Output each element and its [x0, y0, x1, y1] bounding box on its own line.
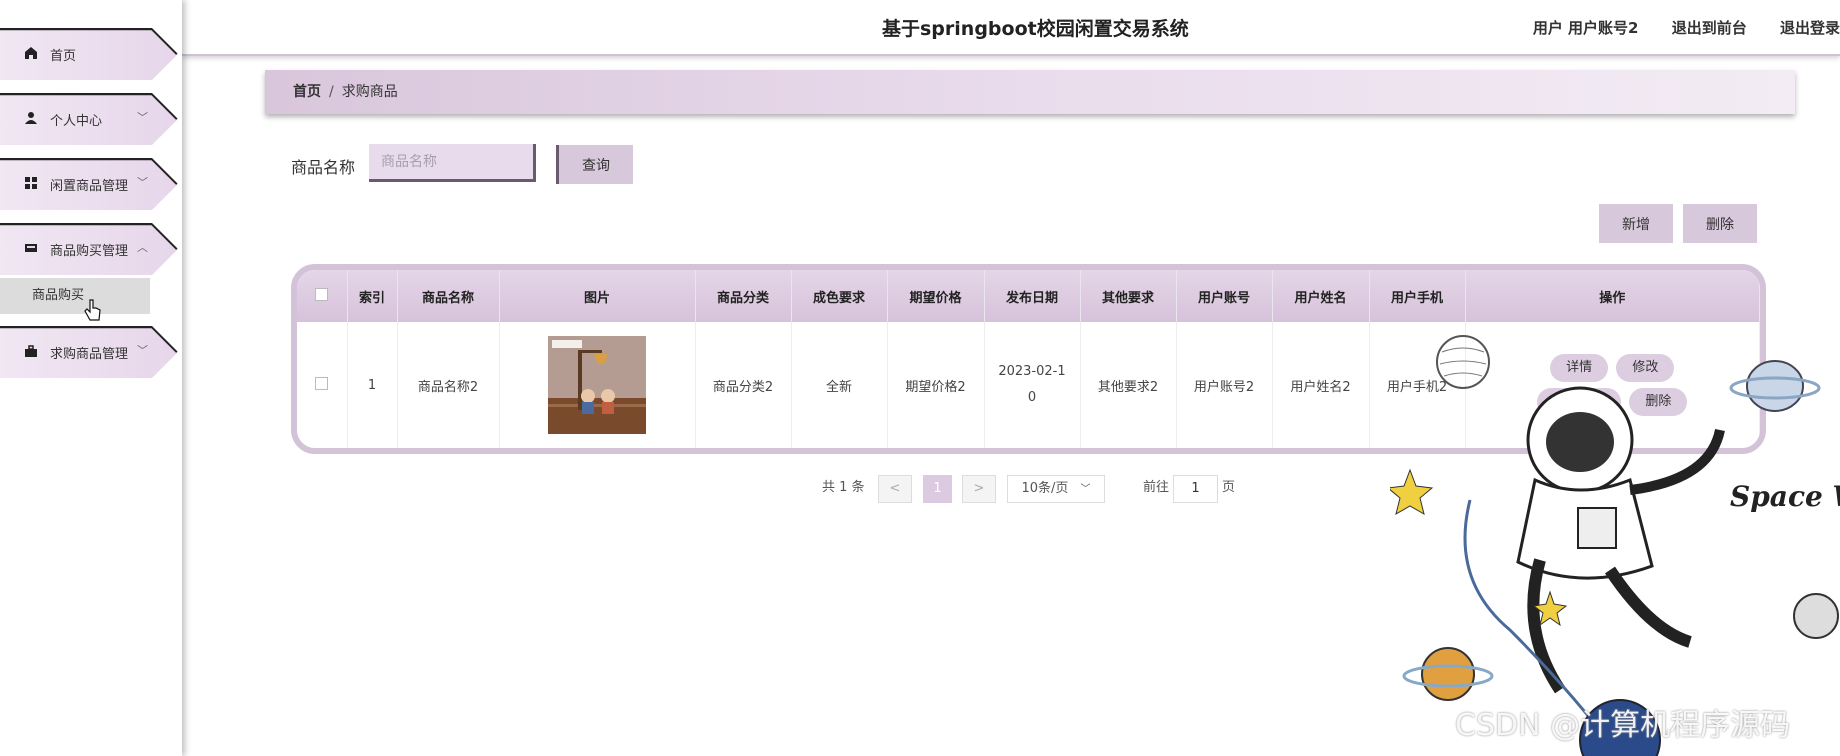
column-header: 图片 — [499, 270, 696, 322]
sidebar-item-label: 个人中心 — [50, 113, 103, 129]
cell-operations: 详情 修改 查看评论 删除 — [1465, 322, 1760, 448]
sidebar-item-label: 求购商品管理 — [50, 346, 129, 362]
table-header-row: 索引 商品名称 图片 商品分类 成色要求 期望价格 发布日期 其他要求 用户账号… — [297, 270, 1760, 322]
user-icon — [24, 111, 40, 127]
chevron-down-icon: ﹀ — [137, 111, 148, 124]
column-header: 用户手机 — [1369, 270, 1466, 322]
cell-price: 期望价格2 — [887, 322, 985, 448]
grid-icon — [24, 176, 40, 192]
data-table: 索引 商品名称 图片 商品分类 成色要求 期望价格 发布日期 其他要求 用户账号… — [291, 264, 1766, 454]
sidebar-subitem-purchase[interactable]: 商品购买 — [0, 278, 150, 314]
top-header: 基于springboot校园闲置交易系统 用户 用户账号2 退出到前台 退出登录 — [182, 0, 1840, 56]
sidebar-item-idle-goods[interactable]: 闲置商品管理 ﹀ — [0, 158, 178, 210]
column-header: 发布日期 — [984, 270, 1081, 322]
cell-image — [499, 322, 696, 448]
sidebar-item-personal[interactable]: 个人中心 ﹀ — [0, 93, 178, 145]
column-header: 用户姓名 — [1272, 270, 1370, 322]
goto-page-input[interactable]: 1 — [1173, 475, 1218, 503]
detail-button[interactable]: 详情 — [1550, 354, 1609, 382]
column-header: 商品名称 — [397, 270, 500, 322]
sidebar-item-purchase[interactable]: 商品购买管理 ︿ — [0, 223, 178, 275]
chevron-down-icon: ﹀ — [137, 344, 148, 357]
cell-date: 2023-02-1 0 — [984, 322, 1081, 448]
column-header: 期望价格 — [887, 270, 985, 322]
cell-other: 其他要求2 — [1080, 322, 1177, 448]
cell-phone: 用户手机2 — [1369, 322, 1466, 448]
add-button[interactable]: 新增 — [1599, 204, 1673, 243]
sidebar-item-home[interactable]: 首页 — [0, 28, 178, 80]
column-header: 索引 — [347, 270, 398, 322]
goto-label: 前往 — [1143, 480, 1170, 495]
column-header: 成色要求 — [791, 270, 888, 322]
page-size-select[interactable]: 10条/页 ﹀ — [1007, 475, 1105, 503]
current-user-label: 用户 用户账号2 — [1532, 19, 1639, 37]
briefcase-icon — [24, 344, 40, 360]
logout-link[interactable]: 退出登录 — [1780, 19, 1840, 37]
cell-index: 1 — [347, 322, 398, 448]
chevron-down-icon: ﹀ — [137, 176, 148, 189]
product-thumbnail — [548, 336, 646, 434]
prev-page-button[interactable]: < — [878, 475, 912, 503]
date-line: 2023-02-1 — [998, 364, 1066, 379]
delete-button[interactable]: 删除 — [1683, 204, 1757, 243]
cell-name: 商品名称2 — [397, 322, 500, 448]
page-1-button[interactable]: 1 — [923, 475, 952, 503]
back-to-front-link[interactable]: 退出到前台 — [1672, 19, 1747, 37]
cart-icon — [24, 241, 40, 257]
table-row: 1 商品名称2 商品分类2 全新 期望价格2 2023-02-1 0 其他要求2… — [297, 322, 1760, 448]
date-line: 0 — [1027, 390, 1037, 405]
home-icon — [24, 46, 40, 62]
select-all-checkbox-cell[interactable] — [297, 270, 348, 322]
sidebar-item-label: 闲置商品管理 — [50, 178, 129, 194]
row-delete-button[interactable]: 删除 — [1629, 388, 1688, 416]
select-all-checkbox[interactable] — [315, 287, 329, 301]
column-header: 商品分类 — [695, 270, 792, 322]
column-header: 其他要求 — [1080, 270, 1177, 322]
edit-button[interactable]: 修改 — [1616, 354, 1675, 382]
breadcrumb-home[interactable]: 首页 — [293, 84, 321, 100]
breadcrumb-current: 求购商品 — [341, 84, 398, 100]
space-walk-caption: Space Walk — [1730, 480, 1840, 513]
row-checkbox[interactable] — [315, 376, 329, 390]
breadcrumb-separator: / — [329, 84, 334, 100]
top-links: 用户 用户账号2 退出到前台 退出登录 — [1505, 17, 1840, 38]
search-button[interactable]: 查询 — [556, 145, 633, 184]
column-header: 操作 — [1465, 270, 1760, 322]
cell-category: 商品分类2 — [695, 322, 792, 448]
cell-account: 用户账号2 — [1176, 322, 1273, 448]
breadcrumb: 首页 / 求购商品 — [265, 70, 1795, 114]
sidebar: 首页 个人中心 ﹀ 闲置商品管理 ﹀ 商品购买管理 ︿ 商品购买 求购商品管理 — [0, 0, 182, 756]
page-unit-label: 页 — [1222, 480, 1236, 495]
search-input[interactable] — [369, 144, 536, 182]
next-page-button[interactable]: > — [962, 475, 996, 503]
sidebar-item-label: 首页 — [50, 48, 77, 64]
chevron-down-icon: ﹀ — [1080, 484, 1091, 495]
sidebar-item-wanted[interactable]: 求购商品管理 ﹀ — [0, 326, 178, 378]
pagination-total: 共 1 条 — [822, 480, 865, 495]
sidebar-item-label: 商品购买管理 — [50, 243, 129, 259]
row-checkbox-cell[interactable] — [297, 322, 348, 448]
watermark: CSDN @计算机程序源码 — [1455, 708, 1791, 743]
column-header: 用户账号 — [1176, 270, 1273, 322]
cell-condition: 全新 — [791, 322, 888, 448]
cell-username: 用户姓名2 — [1272, 322, 1370, 448]
app-title: 基于springboot校园闲置交易系统 — [882, 18, 1189, 40]
hand-cursor-icon — [84, 299, 101, 321]
search-label: 商品名称 — [291, 158, 356, 177]
view-comments-button[interactable]: 查看评论 — [1537, 388, 1622, 416]
page-size-value: 10条/页 — [1021, 481, 1069, 496]
chevron-up-icon: ︿ — [137, 241, 148, 254]
